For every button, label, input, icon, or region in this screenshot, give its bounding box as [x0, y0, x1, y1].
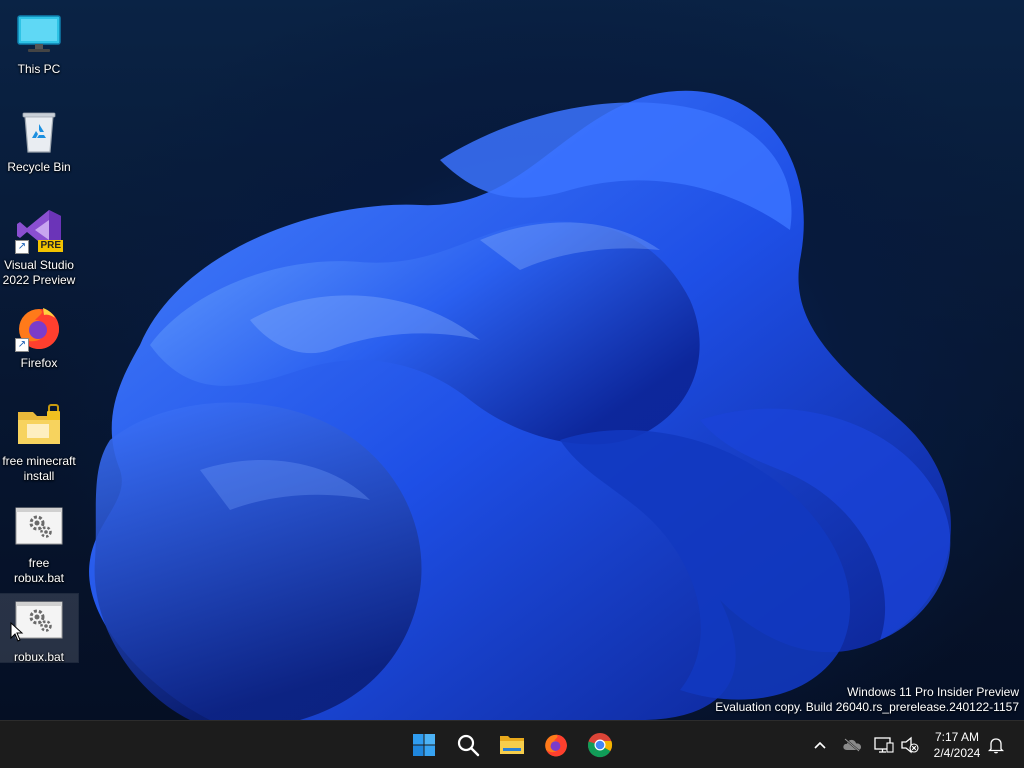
- shortcut-arrow-icon: ↗: [15, 338, 29, 352]
- mouse-cursor-icon: [10, 622, 24, 642]
- desktop-icon-label: free robux.bat: [13, 556, 65, 585]
- onedrive-icon: [843, 738, 861, 752]
- desktop-icon-label: Recycle Bin: [7, 160, 71, 174]
- desktop-icon-visual-studio[interactable]: PRE ↗ Visual Studio 2022 Preview: [0, 198, 78, 288]
- volume-button[interactable]: [900, 735, 920, 755]
- search-button[interactable]: [452, 729, 484, 761]
- start-icon: [413, 734, 435, 756]
- chevron-up-icon: [814, 741, 826, 749]
- show-hidden-icons-button[interactable]: [810, 735, 830, 755]
- taskbar: 7:17 AM 2/4/2024: [0, 720, 1024, 768]
- desktop-icon-free-minecraft-install[interactable]: free minecraft install: [0, 394, 78, 484]
- network-icon: [874, 737, 894, 753]
- desktop-icon-this-pc[interactable]: This PC: [0, 2, 78, 77]
- firefox-taskbar-button[interactable]: [540, 729, 572, 761]
- desktop-icon-label: This PC: [17, 62, 61, 76]
- firefox-icon: [545, 734, 567, 757]
- notifications-button[interactable]: [986, 735, 1006, 755]
- clock-date: 2/4/2024: [933, 746, 981, 760]
- desktop-icon-label: Visual Studio 2022 Preview: [2, 258, 76, 287]
- desktop-icon-recycle-bin[interactable]: Recycle Bin: [0, 100, 78, 175]
- watermark-edition: Windows 11 Pro Insider Preview: [847, 685, 1019, 699]
- taskbar-clock[interactable]: 7:17 AM 2/4/2024: [922, 729, 992, 761]
- desktop-icon-label: robux.bat: [13, 650, 65, 664]
- search-icon: [457, 734, 480, 757]
- volume-muted-icon: [901, 736, 919, 754]
- visual-studio-icon: PRE ↗: [15, 206, 63, 254]
- firefox-icon: ↗: [15, 304, 63, 352]
- batch-file-icon: [15, 504, 63, 552]
- network-button[interactable]: [874, 735, 894, 755]
- desktop[interactable]: This PC Recycle Bin PRE ↗ Visual Studio …: [0, 0, 1024, 720]
- preview-badge: PRE: [38, 240, 63, 252]
- notification-bell-icon: [988, 738, 1004, 754]
- file-explorer-button[interactable]: [496, 729, 528, 761]
- recycle-bin-icon: [15, 108, 63, 156]
- start-button[interactable]: [408, 729, 440, 761]
- wallpaper-bloom: [89, 90, 951, 720]
- desktop-icon-free-robux-bat[interactable]: free robux.bat: [0, 496, 78, 586]
- folder-icon: [15, 402, 63, 450]
- watermark-build: Evaluation copy. Build 26040.rs_prerelea…: [715, 700, 1019, 714]
- file-explorer-icon: [500, 736, 524, 754]
- desktop-icon-label: free minecraft install: [2, 454, 76, 483]
- chrome-taskbar-button[interactable]: [584, 729, 616, 761]
- clock-time: 7:17 AM: [934, 730, 980, 744]
- monitor-icon: [15, 10, 63, 58]
- shortcut-arrow-icon: ↗: [15, 240, 29, 254]
- onedrive-button[interactable]: [842, 735, 862, 755]
- chrome-icon: [587, 733, 613, 758]
- desktop-icon-label: Firefox: [20, 356, 58, 370]
- evaluation-watermark: Windows 11 Pro Insider Preview Evaluatio…: [715, 685, 1019, 715]
- desktop-icon-firefox[interactable]: ↗ Firefox: [0, 296, 78, 371]
